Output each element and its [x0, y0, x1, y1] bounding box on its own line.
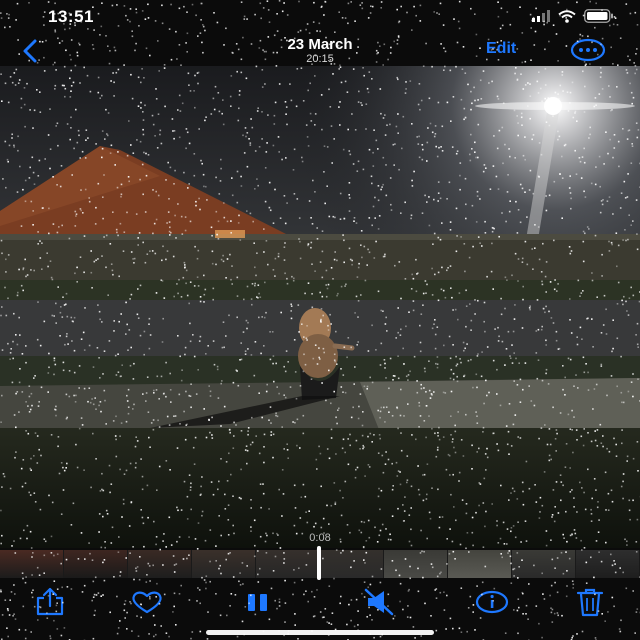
pause-button[interactable] [240, 586, 276, 618]
nav-bar: 23 March 20:15 Edit [0, 34, 640, 68]
film-frame [128, 550, 192, 578]
wifi-icon [558, 9, 576, 23]
photo-time: 20:15 [306, 53, 334, 65]
trash-icon [576, 588, 604, 617]
more-button[interactable] [570, 38, 606, 62]
film-frame [0, 550, 64, 578]
delete-button[interactable] [572, 586, 608, 618]
film-frame [384, 550, 448, 578]
bottom-toolbar [0, 582, 640, 622]
status-icons [532, 9, 614, 23]
mute-icon [364, 588, 394, 616]
info-icon [475, 590, 509, 614]
scrubber-time: 0:08 [309, 532, 331, 544]
signal-icon [532, 10, 550, 22]
mute-button[interactable] [362, 586, 398, 618]
video-scrubber[interactable]: 0:08 [0, 530, 640, 580]
film-frame [448, 550, 512, 578]
film-frame [64, 550, 128, 578]
photo-date: 23 March [287, 36, 353, 53]
playhead[interactable] [317, 546, 321, 580]
status-bar: 13:51 [0, 0, 640, 36]
back-button[interactable] [18, 38, 44, 64]
edit-button[interactable]: Edit [486, 40, 516, 58]
video-frame[interactable] [0, 66, 640, 548]
status-time: 13:51 [48, 7, 94, 26]
photo-title: 23 March 20:15 [220, 36, 420, 65]
battery-icon [584, 9, 613, 23]
info-button[interactable] [474, 586, 510, 618]
share-button[interactable] [32, 586, 68, 618]
chevron-left-icon [23, 39, 37, 63]
share-icon [36, 587, 64, 616]
home-indicator[interactable] [206, 630, 434, 635]
favorite-button[interactable] [129, 586, 165, 618]
film-frame [192, 550, 256, 578]
ellipsis-circle-icon [570, 38, 606, 62]
heart-icon [132, 591, 162, 614]
film-frame [256, 550, 320, 578]
film-frame [320, 550, 384, 578]
night-scene-image [0, 66, 640, 548]
film-frame [576, 550, 640, 578]
pause-icon [248, 594, 267, 611]
film-frame [512, 550, 576, 578]
